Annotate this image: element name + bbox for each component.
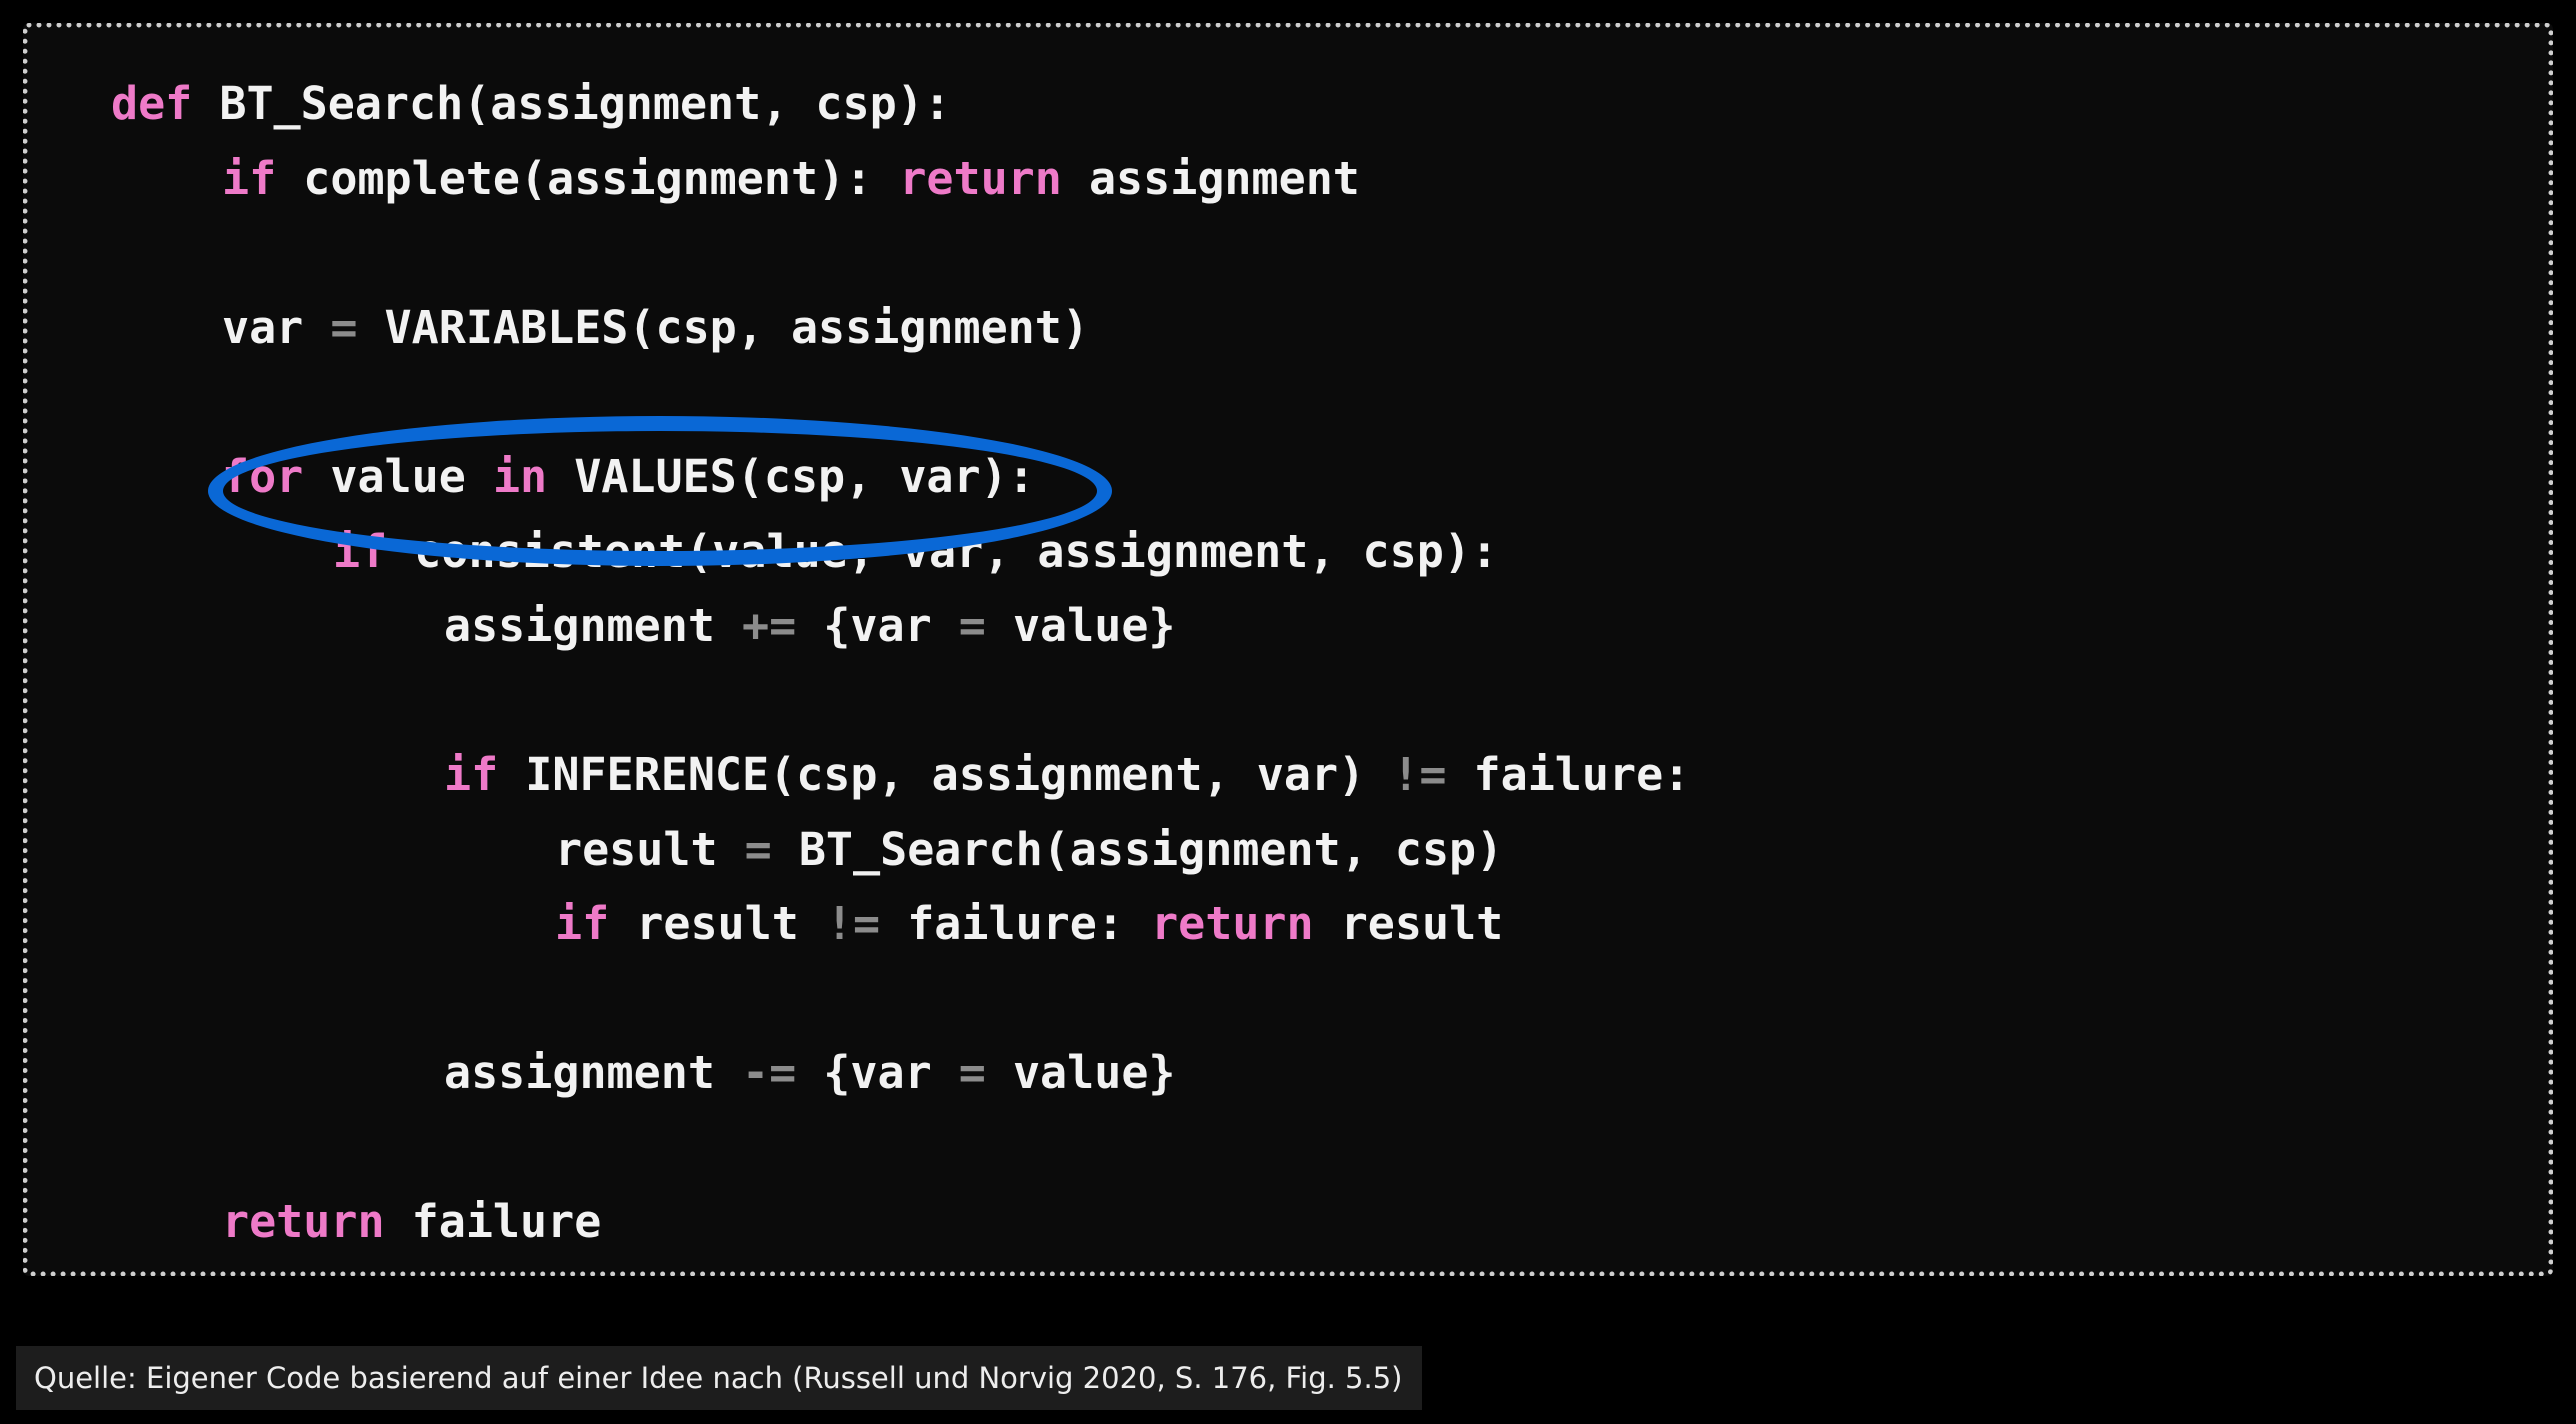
code-token-code-text: {var — [796, 599, 959, 652]
code-token-code-text: BT_Search(assignment, csp): — [192, 77, 951, 130]
code-token-code-text: consistent(value, var, assignment, csp): — [387, 525, 1498, 578]
code-token-code-text: BT_Search(assignment, csp) — [771, 823, 1504, 876]
code-token-operator: = — [958, 599, 986, 652]
code-line-result-assign: result = BT_Search(assignment, csp) — [555, 813, 1503, 887]
code-token-code-text: failure: — [880, 897, 1152, 950]
code-line-if-result: if result != failure: return result — [555, 887, 1503, 961]
code-line-assignment-remove: assignment -= {var = value} — [444, 1036, 1176, 1110]
code-line-return-failure: return failure — [222, 1185, 601, 1259]
code-token-code-text: {var — [796, 1046, 959, 1099]
code-token-keyword: return — [899, 152, 1062, 205]
code-line-for-loop: for value in VALUES(csp, var): — [222, 440, 1035, 514]
code-token-operator: != — [1392, 748, 1447, 801]
code-line-if-consistent: if consistent(value, var, assignment, cs… — [333, 515, 1498, 589]
code-token-code-text: failure: — [1446, 748, 1691, 801]
code-token-keyword: if — [333, 525, 388, 578]
code-token-code-text: result — [1313, 897, 1504, 950]
code-token-keyword: return — [222, 1195, 385, 1248]
code-token-keyword: return — [1151, 897, 1314, 950]
code-token-code-text: value — [303, 450, 493, 503]
code-token-operator: += — [742, 599, 797, 652]
code-token-code-text: INFERENCE(csp, assignment, var) — [498, 748, 1393, 801]
code-token-code-text: result — [555, 823, 745, 876]
code-token-code-text: value} — [985, 599, 1176, 652]
code-token-code-text: result — [609, 897, 826, 950]
code-token-code-text: assignment — [1061, 152, 1360, 205]
code-token-keyword: def — [111, 77, 193, 130]
code-token-operator: -= — [742, 1046, 797, 1099]
code-token-keyword: for — [222, 450, 304, 503]
source-caption: Quelle: Eigener Code basierend auf einer… — [16, 1346, 1423, 1410]
code-block: def BT_Search(assignment, csp): if compl… — [23, 23, 2553, 1276]
code-token-keyword: in — [492, 450, 548, 503]
code-line-if-inference: if INFERENCE(csp, assignment, var) != fa… — [444, 738, 1690, 812]
code-line-def: def BT_Search(assignment, csp): — [111, 67, 951, 141]
code-token-code-text: VARIABLES(csp, assignment) — [357, 301, 1089, 354]
code-token-code-text: assignment — [444, 1046, 743, 1099]
code-token-code-text: assignment — [444, 599, 743, 652]
code-token-code-text: failure — [384, 1195, 602, 1248]
code-token-keyword: if — [555, 897, 610, 950]
code-token-operator: = — [958, 1046, 986, 1099]
code-token-code-text: complete(assignment): — [276, 152, 900, 205]
code-token-keyword: if — [444, 748, 499, 801]
code-token-code-text: value} — [985, 1046, 1176, 1099]
code-token-operator: = — [744, 823, 772, 876]
code-token-keyword: if — [222, 152, 277, 205]
code-token-code-text: VALUES(csp, var): — [547, 450, 1035, 503]
code-line-var-assign: var = VARIABLES(csp, assignment) — [222, 291, 1089, 365]
code-token-operator: = — [330, 301, 358, 354]
code-line-assignment-add: assignment += {var = value} — [444, 589, 1176, 663]
code-token-operator: != — [825, 897, 881, 950]
code-token-code-text: var — [222, 301, 331, 354]
code-line-if-complete: if complete(assignment): return assignme… — [222, 142, 1360, 216]
